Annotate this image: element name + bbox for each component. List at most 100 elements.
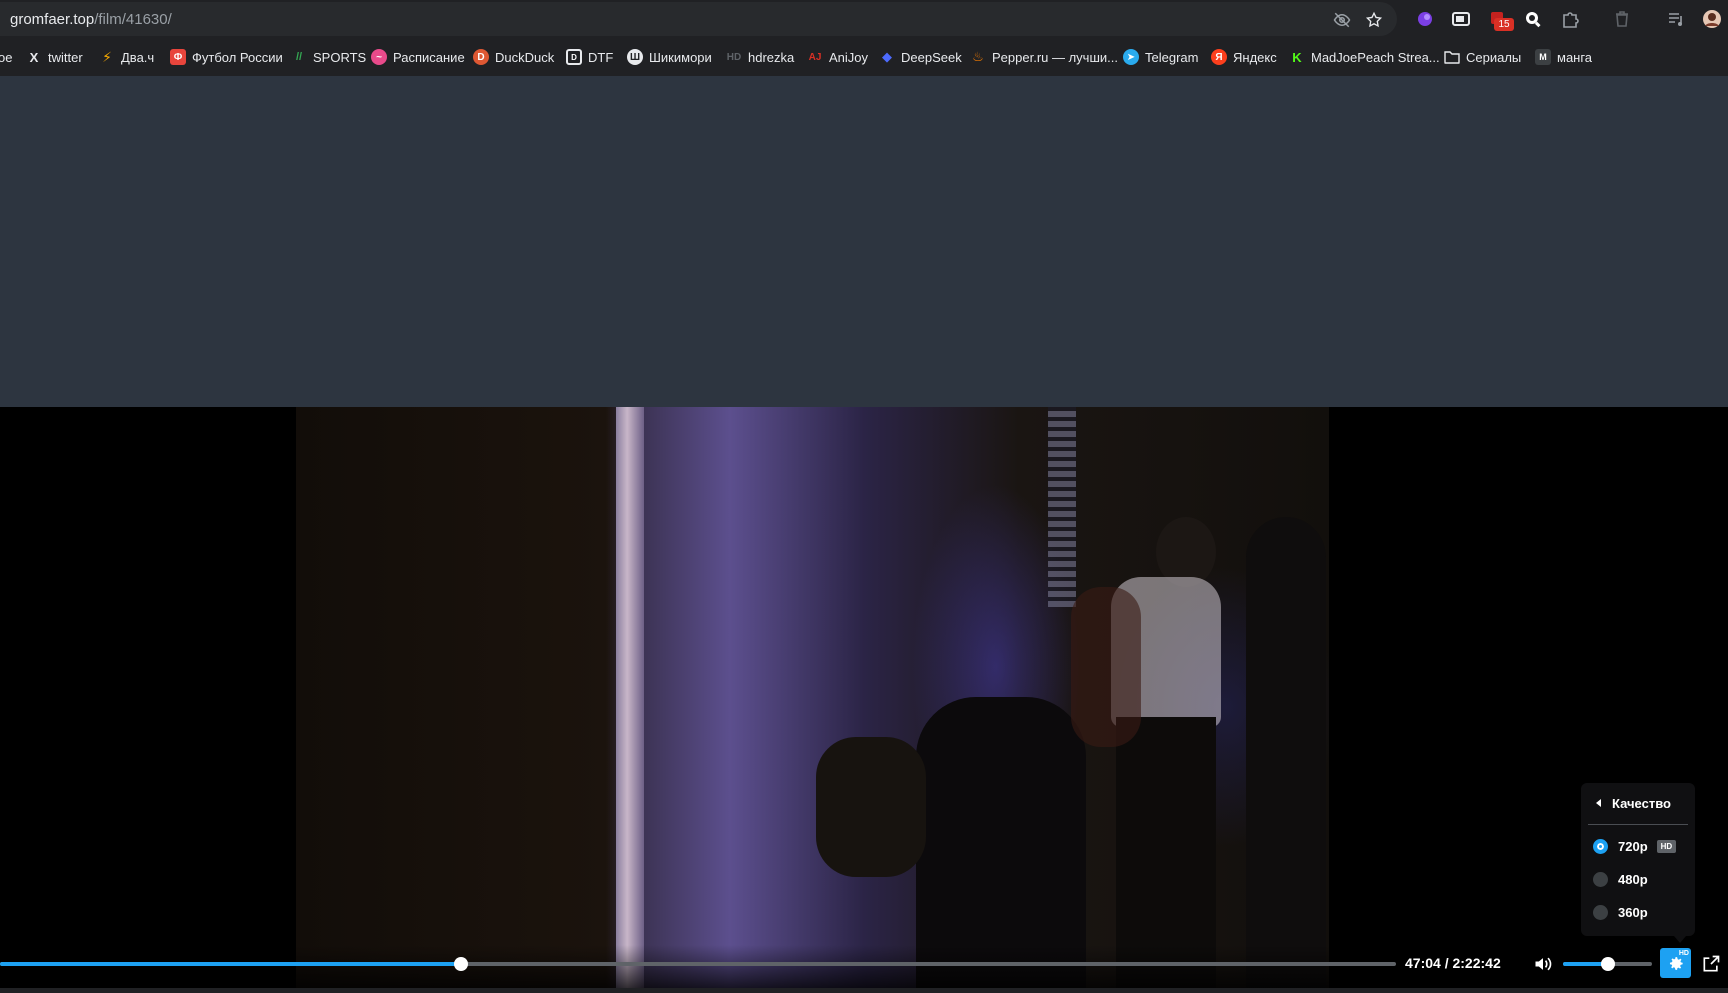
bookmark-label: Шикимори (649, 49, 712, 65)
quality-menu-title: Качество (1612, 795, 1671, 811)
dtf-icon: D (566, 49, 582, 65)
media-controls-icon[interactable] (1666, 9, 1686, 29)
external-link-icon[interactable] (1701, 954, 1721, 974)
quality-option-720p[interactable]: 720p HD (1581, 832, 1695, 860)
bookmark-shikimori[interactable]: Ш Шикимори (627, 48, 712, 66)
bookmark-label: Яндекс (1233, 49, 1277, 65)
quality-option-480p[interactable]: 480p (1581, 865, 1695, 893)
bookmark-duckduck[interactable]: D DuckDuck (473, 48, 554, 66)
bookmark-manga[interactable]: M манга (1535, 48, 1592, 66)
bookmark-label: SPORTS (313, 49, 367, 65)
volume-icon[interactable] (1533, 954, 1553, 974)
time-separator: / (1444, 955, 1449, 971)
bookmarks-bar: ое X twitter ⚡ Два.ч Ф Футбол России // … (0, 38, 1728, 76)
bookmark-label: Telegram (1145, 49, 1199, 65)
telegram-icon: ➤ (1123, 49, 1139, 65)
sports-icon: // (295, 51, 303, 63)
radio-unselected-icon[interactable] (1593, 904, 1608, 920)
bookmark-label: Pepper.ru — лучши... (992, 49, 1118, 65)
bookmark-label: DeepSeek (901, 49, 962, 65)
settings-button[interactable]: HD (1660, 948, 1691, 978)
bookmark-label: Расписание (393, 49, 465, 65)
whale-icon: ◆ (882, 49, 892, 64)
x-logo-icon: X (29, 49, 39, 65)
volume-slider[interactable] (1563, 957, 1652, 971)
bookmark-telegram[interactable]: ➤ Telegram (1123, 48, 1198, 66)
bookmark-dtf[interactable]: D DTF (566, 48, 613, 66)
purple-extension-icon[interactable] (1415, 9, 1435, 29)
duckduckgo-icon: D (473, 49, 489, 65)
player-controls: 47:04 / 2:22:42 HD (0, 945, 1728, 988)
window-grille (1048, 407, 1076, 607)
background-person (1071, 587, 1141, 747)
tracking-protection-icon[interactable] (1333, 11, 1351, 29)
quality-label: 720p (1618, 838, 1648, 854)
url-path: /film/41630/ (94, 11, 172, 28)
bookmark-hdrezka[interactable]: HD hdrezka (726, 48, 794, 66)
extensions-puzzle-icon[interactable] (1560, 9, 1580, 29)
bookmark-label: Два.ч (121, 49, 155, 65)
bookmark-kick[interactable]: K MadJoePeach Strea... (1289, 48, 1440, 66)
profile-avatar-icon[interactable] (1702, 9, 1722, 29)
bookmark-star-icon[interactable] (1365, 11, 1383, 29)
bookmark-dvach[interactable]: ⚡ Два.ч (99, 48, 154, 66)
search-extension-icon[interactable] (1523, 9, 1543, 29)
extension-badge: 15 (1494, 18, 1514, 31)
bookmark-deepseek[interactable]: ◆ DeepSeek (879, 48, 962, 66)
url-host: gromfaer.top (10, 11, 95, 28)
url-text[interactable]: gromfaer.top/film/41630/ (10, 11, 172, 29)
bookmark-anijoy[interactable]: AJ AniJoy (807, 48, 868, 66)
quality-label: 360p (1618, 904, 1648, 920)
bookmark-label: Сериалы (1466, 49, 1522, 65)
back-arrow-icon[interactable] (1596, 799, 1601, 807)
seek-bar-progress (0, 962, 461, 966)
seek-handle[interactable] (453, 957, 468, 971)
manga-icon: M (1535, 49, 1551, 65)
folder-icon (1444, 51, 1460, 64)
bookmark-twitter[interactable]: X twitter (26, 48, 83, 66)
address-bar[interactable]: gromfaer.top/film/41630/ (0, 2, 1397, 36)
flame-icon: ♨ (972, 49, 984, 64)
settings-hd-badge: HD (1678, 950, 1689, 957)
seated-woman (816, 737, 926, 877)
bookmark-football[interactable]: Ф Футбол России (170, 48, 283, 66)
radio-selected-icon[interactable] (1593, 838, 1608, 854)
video-player[interactable]: 47:04 / 2:22:42 HD (0, 407, 1728, 988)
bookmark-label: MadJoePeach Strea... (1311, 49, 1440, 65)
standing-man (1246, 517, 1326, 988)
bookmark-label: ое (0, 49, 13, 65)
bookmark-sports[interactable]: // SPORTS (291, 48, 366, 66)
window-bottom-edge (0, 988, 1728, 993)
quality-menu-header[interactable]: Качество (1581, 783, 1695, 823)
bookmark-yandex[interactable]: Я Яндекс (1211, 48, 1277, 66)
bookmark-pepper[interactable]: ♨ Pepper.ru — лучши... (970, 48, 1118, 66)
quality-menu: Качество 720p HD 480p 360p (1581, 783, 1695, 936)
bookmark-label: DuckDuck (495, 49, 555, 65)
shikimori-icon: Ш (627, 49, 643, 65)
seek-bar[interactable] (0, 957, 1396, 971)
bookmark-schedule[interactable]: ~ Расписание (371, 48, 465, 66)
bookmark-label: hdrezka (748, 49, 795, 65)
picture-in-picture-icon[interactable] (1451, 9, 1471, 29)
menu-divider (1588, 824, 1688, 825)
menu-pointer (1674, 936, 1686, 943)
volume-handle[interactable] (1600, 957, 1615, 971)
video-frame[interactable] (296, 407, 1329, 988)
bookmark-label: twitter (48, 49, 83, 65)
bookmark-label: AniJoy (829, 49, 869, 65)
browser-toolbar: gromfaer.top/film/41630/ 15 (0, 0, 1728, 38)
page-header-area (0, 76, 1728, 407)
radio-unselected-icon[interactable] (1593, 871, 1608, 887)
shield-icon: Ф (170, 49, 186, 65)
bookmark-cropped[interactable]: ое (0, 48, 12, 66)
lightning-icon: ⚡ (102, 48, 112, 65)
schedule-icon: ~ (371, 49, 387, 65)
quality-option-360p[interactable]: 360p (1581, 898, 1695, 926)
anijoy-icon: AJ (808, 51, 822, 63)
duration: 2:22:42 (1452, 955, 1501, 971)
quality-label: 480p (1618, 871, 1648, 887)
hd-icon: HD (726, 51, 742, 63)
bookmark-label: манга (1557, 49, 1593, 65)
bookmark-folder-serials[interactable]: Сериалы (1444, 48, 1521, 66)
trash-icon[interactable] (1612, 9, 1632, 29)
